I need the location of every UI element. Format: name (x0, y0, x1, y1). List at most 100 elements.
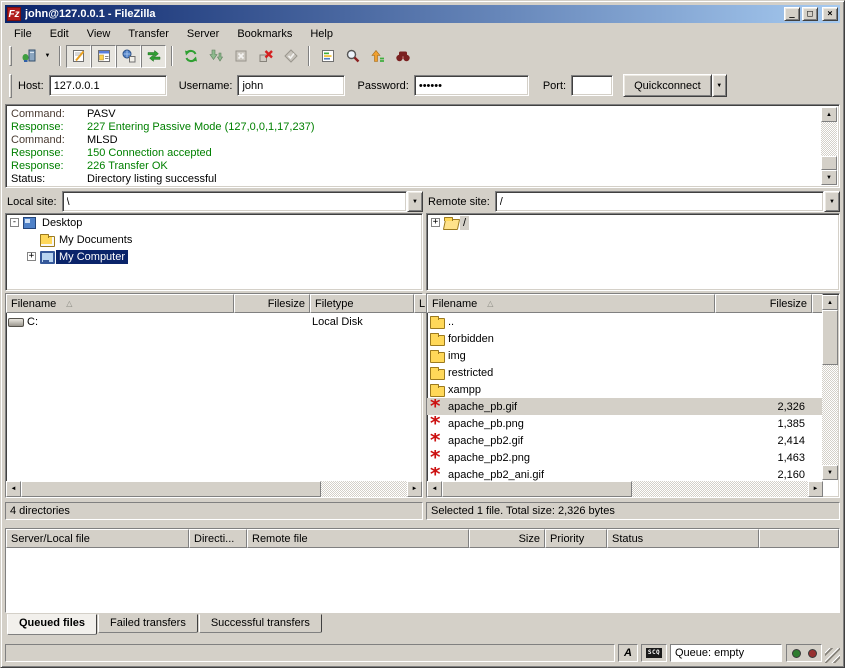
disconnect-button[interactable] (253, 45, 278, 68)
toggle-local-tree-button[interactable] (91, 45, 116, 68)
scroll-thumb[interactable] (821, 156, 837, 170)
scroll-right-icon[interactable]: ► (808, 481, 823, 497)
column-header-remote-file[interactable]: Remote file (247, 529, 469, 548)
toolbar-grip[interactable] (9, 74, 12, 98)
cancel-operation-button[interactable] (228, 45, 253, 68)
log-scrollbar[interactable]: ▲ ▼ (821, 107, 837, 185)
sort-ascending-icon: △ (487, 299, 493, 308)
remote-vscrollbar[interactable]: ▲ ▼ (822, 295, 838, 480)
column-header-server-local-file[interactable]: Server/Local file (6, 529, 189, 548)
scroll-thumb[interactable] (21, 481, 321, 497)
menu-bookmarks[interactable]: Bookmarks (228, 25, 301, 43)
scroll-track[interactable] (821, 122, 837, 156)
scroll-left-icon[interactable]: ◄ (6, 481, 21, 497)
remote-status-text: Selected 1 file. Total size: 2,326 bytes (426, 502, 840, 520)
file-row-xampp[interactable]: xampp (427, 381, 823, 398)
username-input[interactable] (237, 75, 345, 96)
menu-help[interactable]: Help (301, 25, 342, 43)
scroll-right-icon[interactable]: ► (407, 481, 422, 497)
queue-body (6, 548, 839, 612)
scroll-track[interactable] (632, 481, 808, 497)
local-site-dropdown[interactable]: ▼ (407, 191, 423, 212)
host-input[interactable] (49, 75, 167, 96)
file-row-img[interactable]: img (427, 347, 823, 364)
site-manager-button[interactable] (16, 45, 41, 68)
column-header-filename[interactable]: Filename△ (6, 294, 234, 313)
file-row-restricted[interactable]: restricted (427, 364, 823, 381)
tree-item-desktop[interactable]: - Desktop (6, 214, 422, 231)
scroll-track[interactable] (321, 481, 407, 497)
column-header-filetype[interactable]: Filetype (310, 294, 414, 313)
tree-item-my-documents[interactable]: My Documents (6, 231, 422, 248)
tab-queued-files[interactable]: Queued files (7, 614, 97, 635)
column-header-size[interactable]: Size (469, 529, 545, 548)
scroll-thumb[interactable] (442, 481, 632, 497)
process-queue-button[interactable] (203, 45, 228, 68)
refresh-button[interactable] (178, 45, 203, 68)
toggle-transfer-queue-button[interactable] (141, 45, 166, 68)
maximize-button[interactable]: □ (802, 7, 818, 21)
ascii-type-icon[interactable]: A (618, 644, 638, 662)
column-header-filesize[interactable]: Filesize (715, 294, 812, 313)
collapse-icon[interactable]: - (10, 218, 19, 227)
expand-icon[interactable]: + (431, 218, 440, 227)
toggle-remote-tree-button[interactable] (116, 45, 141, 68)
file-row-apache-pb2-png[interactable]: apache_pb2.png1,463 (427, 449, 823, 466)
tab-failed-transfers[interactable]: Failed transfers (98, 614, 198, 633)
password-input[interactable] (414, 75, 529, 96)
local-hscrollbar[interactable]: ◄ ► (6, 481, 422, 497)
scroll-up-icon[interactable]: ▲ (822, 295, 838, 310)
remote-site-input[interactable] (495, 191, 824, 212)
file-row-forbidden[interactable]: forbidden (427, 330, 823, 347)
column-header-directi[interactable]: Directi... (189, 529, 247, 548)
log-line: Command:PASV (11, 108, 820, 121)
column-header-filename[interactable]: Filename△ (427, 294, 715, 313)
scroll-track[interactable] (822, 365, 838, 465)
scroll-down-icon[interactable]: ▼ (822, 465, 838, 480)
file-row-c[interactable]: C:Local Disk (6, 313, 422, 330)
speed-limit-icon[interactable]: SCQ (641, 644, 667, 662)
quickconnect-dropdown[interactable]: ▼ (712, 74, 727, 97)
menu-view[interactable]: View (78, 25, 120, 43)
file-row-root[interactable]: .. (427, 313, 823, 330)
scroll-down-icon[interactable]: ▼ (821, 170, 837, 185)
file-row-apache-pb2-gif[interactable]: apache_pb2.gif2,414 (427, 432, 823, 449)
column-header-priority[interactable]: Priority (545, 529, 607, 548)
menu-server[interactable]: Server (178, 25, 228, 43)
file-name: apache_pb2_ani.gif (448, 469, 544, 481)
file-row-apache-pb2-ani-gif[interactable]: apache_pb2_ani.gif2,160 (427, 466, 823, 481)
minimize-button[interactable]: _ (784, 7, 800, 21)
search-button[interactable] (340, 45, 365, 68)
resize-grip-icon[interactable] (825, 648, 840, 663)
expand-icon[interactable]: + (27, 252, 36, 261)
menu-edit[interactable]: Edit (41, 25, 78, 43)
toolbar-grip[interactable] (9, 46, 12, 66)
scroll-left-icon[interactable]: ◄ (427, 481, 442, 497)
file-row-apache-pb-png[interactable]: apache_pb.png1,385 (427, 415, 823, 432)
column-header-filesize[interactable]: Filesize (234, 294, 310, 313)
filter-button[interactable] (315, 45, 340, 68)
column-header-status[interactable]: Status (607, 529, 759, 548)
port-input[interactable] (571, 75, 613, 96)
computer-icon (39, 249, 56, 264)
local-site-input[interactable] (62, 191, 407, 212)
tree-label: Desktop (39, 216, 85, 230)
file-row-apache-pb-gif[interactable]: apache_pb.gif2,326 (427, 398, 823, 415)
scroll-up-icon[interactable]: ▲ (821, 107, 837, 122)
site-manager-dropdown[interactable]: ▼ (41, 45, 54, 68)
abort-button[interactable] (278, 45, 303, 68)
menu-file[interactable]: File (5, 25, 41, 43)
log-line: Response:150 Connection accepted (11, 147, 820, 160)
tree-item-root[interactable]: +/ (427, 214, 839, 231)
toggle-message-log-button[interactable] (66, 45, 91, 68)
compare-directories-button[interactable] (365, 45, 390, 68)
scroll-thumb[interactable] (822, 310, 838, 365)
tab-successful-transfers[interactable]: Successful transfers (199, 614, 322, 633)
remote-site-dropdown[interactable]: ▼ (824, 191, 840, 212)
remote-hscrollbar[interactable]: ◄ ► (427, 481, 823, 497)
menu-transfer[interactable]: Transfer (119, 25, 178, 43)
synchronized-browsing-button[interactable] (390, 45, 415, 68)
close-button[interactable]: × (822, 7, 838, 21)
quickconnect-button[interactable]: Quickconnect (623, 74, 712, 97)
tree-item-my-computer[interactable]: +My Computer (6, 248, 422, 265)
